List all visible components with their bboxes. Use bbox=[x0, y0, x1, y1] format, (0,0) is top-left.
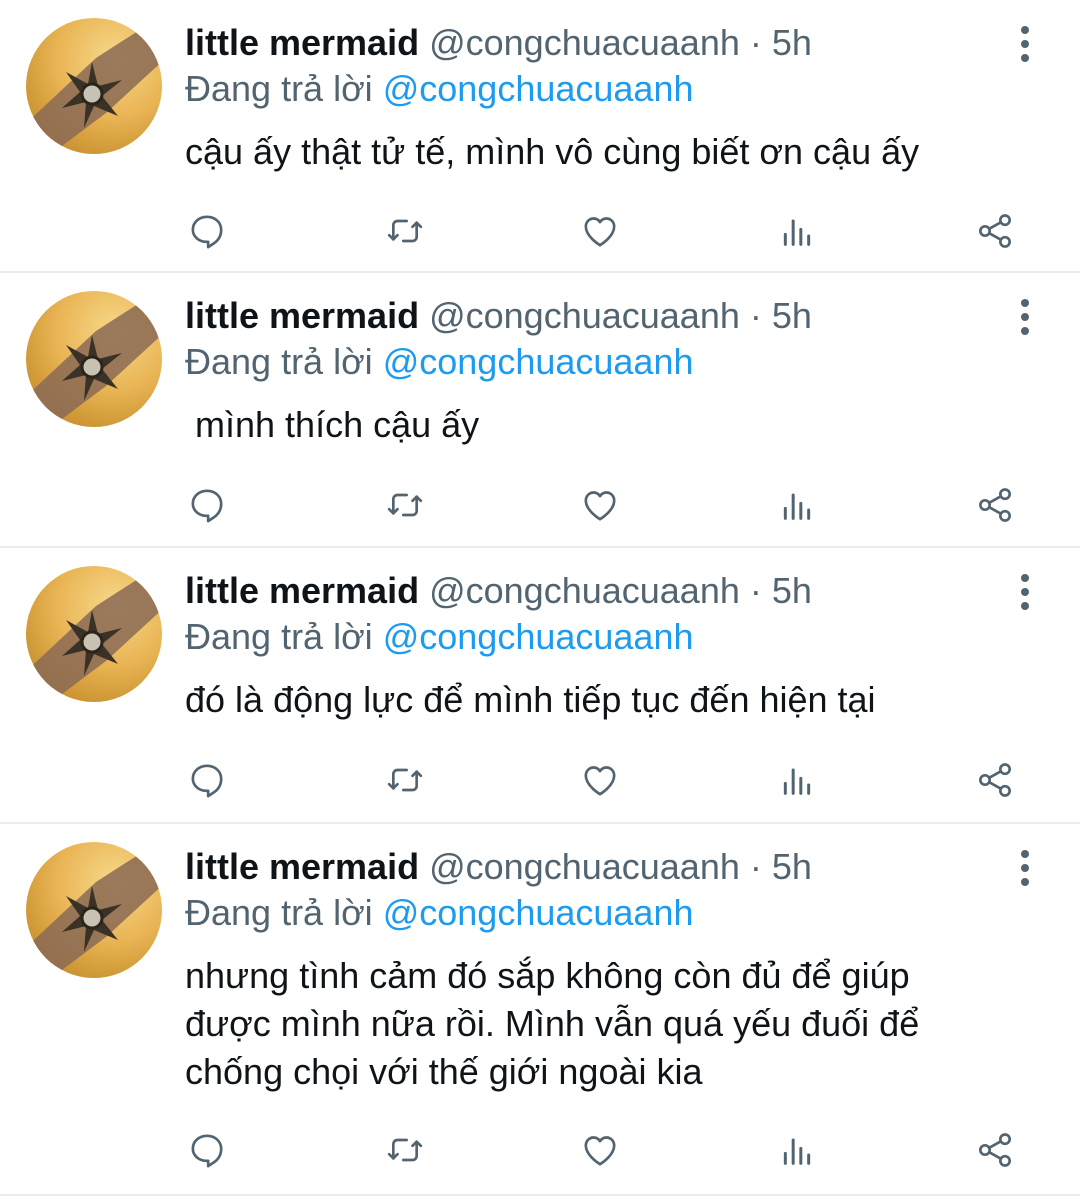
views-icon bbox=[783, 219, 811, 246]
reply-button[interactable] bbox=[182, 755, 232, 805]
retweet-icon bbox=[387, 493, 423, 517]
more-icon[interactable] bbox=[1010, 24, 1040, 64]
timestamp[interactable]: 5h bbox=[772, 570, 812, 611]
views-icon bbox=[783, 1138, 811, 1165]
more-icon[interactable] bbox=[1010, 848, 1040, 888]
like-button[interactable] bbox=[575, 755, 625, 805]
user-handle[interactable]: @congchuacuaanh bbox=[429, 570, 740, 611]
views-button[interactable] bbox=[772, 480, 822, 530]
like-icon bbox=[584, 491, 616, 521]
avatar[interactable] bbox=[26, 18, 162, 154]
action-bar bbox=[0, 1125, 1080, 1175]
user-handle[interactable]: @congchuacuaanh bbox=[429, 295, 740, 336]
tweet[interactable]: little mermaid @congchuacuaanh · 5h Đang… bbox=[0, 824, 1080, 1196]
reply-icon bbox=[191, 215, 223, 249]
replying-to-handle[interactable]: @congchuacuaanh bbox=[383, 341, 694, 382]
like-icon bbox=[584, 766, 616, 796]
replying-to-label: Đang trả lời bbox=[185, 341, 373, 382]
replying-to-handle[interactable]: @congchuacuaanh bbox=[383, 892, 694, 933]
timestamp[interactable]: 5h bbox=[772, 846, 812, 887]
like-icon bbox=[584, 1136, 616, 1166]
replying-to-label: Đang trả lời bbox=[185, 892, 373, 933]
action-bar bbox=[0, 480, 1080, 530]
retweet-button[interactable] bbox=[380, 480, 430, 530]
reply-icon bbox=[191, 1134, 223, 1168]
tweet[interactable]: little mermaid @congchuacuaanh · 5h Đang… bbox=[0, 0, 1080, 273]
display-name[interactable]: little mermaid bbox=[185, 570, 419, 611]
action-bar bbox=[0, 755, 1080, 805]
more-icon[interactable] bbox=[1010, 572, 1040, 612]
user-handle[interactable]: @congchuacuaanh bbox=[429, 846, 740, 887]
tweet-text: nhưng tình cảm đó sắp không còn đủ để gi… bbox=[185, 955, 920, 1092]
share-button[interactable] bbox=[970, 206, 1020, 256]
replying-to-handle[interactable]: @congchuacuaanh bbox=[383, 68, 694, 109]
tweet-header: little mermaid @congchuacuaanh · 5h bbox=[185, 22, 812, 64]
tweet-text: mình thích cậu ấy bbox=[185, 404, 480, 445]
views-button[interactable] bbox=[772, 755, 822, 805]
replying-to: Đang trả lời @congchuacuaanh bbox=[185, 616, 693, 658]
views-icon bbox=[783, 493, 811, 520]
timestamp[interactable]: 5h bbox=[772, 295, 812, 336]
retweet-icon bbox=[387, 768, 423, 792]
display-name[interactable]: little mermaid bbox=[185, 846, 419, 887]
separator: · bbox=[749, 295, 762, 336]
share-icon bbox=[979, 1133, 1011, 1167]
replying-to: Đang trả lời @congchuacuaanh bbox=[185, 892, 693, 934]
avatar[interactable] bbox=[26, 566, 162, 702]
avatar[interactable] bbox=[26, 291, 162, 427]
like-button[interactable] bbox=[575, 480, 625, 530]
tweet[interactable]: little mermaid @congchuacuaanh · 5h Đang… bbox=[0, 273, 1080, 548]
tweet-header: little mermaid @congchuacuaanh · 5h bbox=[185, 295, 812, 337]
more-icon[interactable] bbox=[1010, 297, 1040, 337]
retweet-button[interactable] bbox=[380, 755, 430, 805]
retweet-icon bbox=[387, 1138, 423, 1162]
retweet-button[interactable] bbox=[380, 206, 430, 256]
user-handle[interactable]: @congchuacuaanh bbox=[429, 22, 740, 63]
share-button[interactable] bbox=[970, 755, 1020, 805]
reply-button[interactable] bbox=[182, 206, 232, 256]
separator: · bbox=[749, 846, 762, 887]
avatar[interactable] bbox=[26, 842, 162, 978]
reply-button[interactable] bbox=[182, 1125, 232, 1175]
display-name[interactable]: little mermaid bbox=[185, 22, 419, 63]
share-icon bbox=[979, 763, 1011, 797]
like-icon bbox=[584, 217, 616, 247]
separator: · bbox=[749, 570, 762, 611]
timestamp[interactable]: 5h bbox=[772, 22, 812, 63]
views-icon bbox=[783, 768, 811, 795]
share-button[interactable] bbox=[970, 480, 1020, 530]
like-button[interactable] bbox=[575, 1125, 625, 1175]
tweet[interactable]: little mermaid @congchuacuaanh · 5h Đang… bbox=[0, 548, 1080, 824]
retweet-button[interactable] bbox=[380, 1125, 430, 1175]
tweet-text: cậu ấy thật tử tế, mình vô cùng biết ơn … bbox=[185, 131, 920, 172]
replying-to: Đang trả lời @congchuacuaanh bbox=[185, 68, 693, 110]
replying-to-label: Đang trả lời bbox=[185, 68, 373, 109]
separator: · bbox=[749, 22, 762, 63]
reply-icon bbox=[191, 764, 223, 798]
retweet-icon bbox=[387, 219, 423, 243]
replying-to: Đang trả lời @congchuacuaanh bbox=[185, 341, 693, 383]
reply-button[interactable] bbox=[182, 480, 232, 530]
share-icon bbox=[979, 214, 1011, 248]
tweet-text: đó là động lực để mình tiếp tục đến hiện… bbox=[185, 679, 876, 720]
views-button[interactable] bbox=[772, 1125, 822, 1175]
tweet-header: little mermaid @congchuacuaanh · 5h bbox=[185, 570, 812, 612]
reply-icon bbox=[191, 489, 223, 523]
share-button[interactable] bbox=[970, 1125, 1020, 1175]
share-icon bbox=[979, 488, 1011, 522]
like-button[interactable] bbox=[575, 206, 625, 256]
replying-to-label: Đang trả lời bbox=[185, 616, 373, 657]
views-button[interactable] bbox=[772, 206, 822, 256]
tweet-header: little mermaid @congchuacuaanh · 5h bbox=[185, 846, 812, 888]
action-bar bbox=[0, 206, 1080, 256]
replying-to-handle[interactable]: @congchuacuaanh bbox=[383, 616, 694, 657]
display-name[interactable]: little mermaid bbox=[185, 295, 419, 336]
